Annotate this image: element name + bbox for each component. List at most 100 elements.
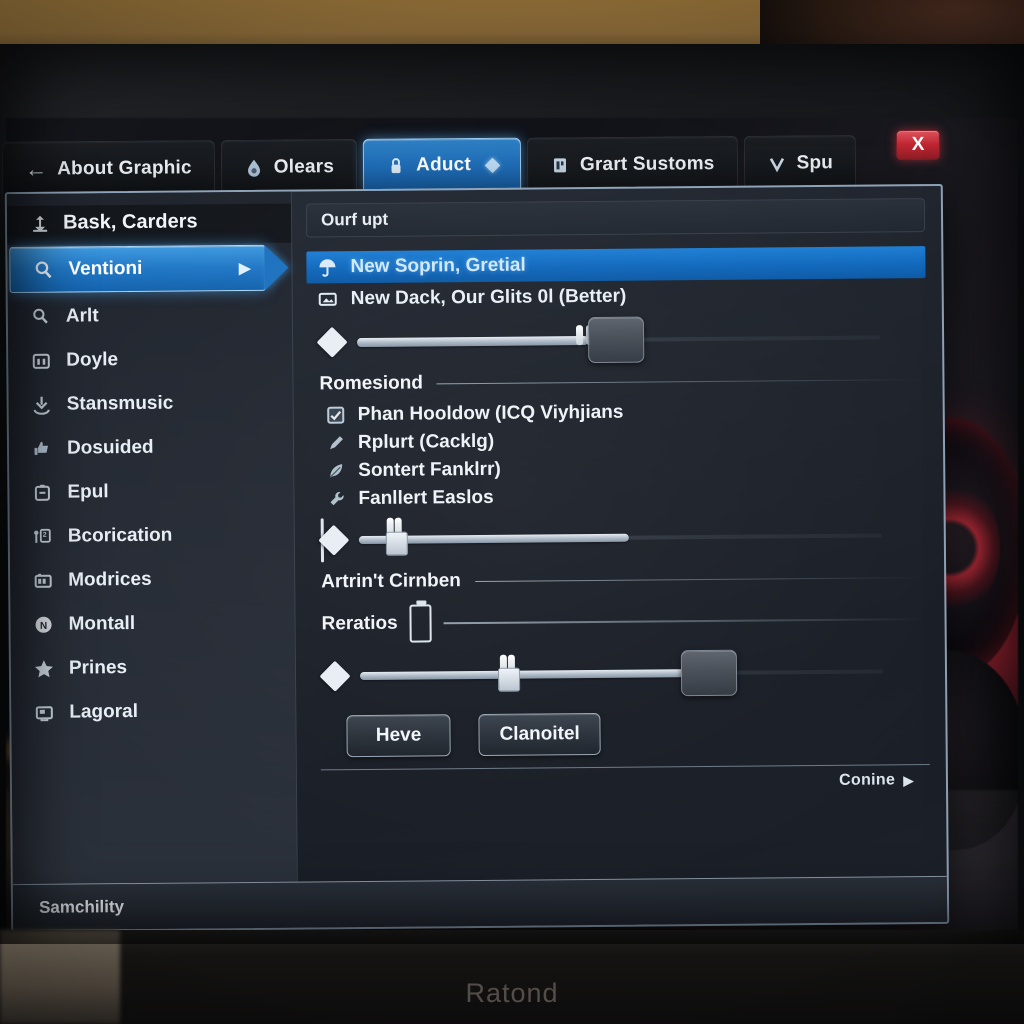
tab-aduct[interactable]: Aduct (362, 137, 522, 193)
continue-label: Conine (839, 771, 896, 789)
sidebar-item-label: Epul (67, 481, 109, 503)
slider-top-thumb[interactable] (587, 316, 645, 364)
dialog-body: Bask, Carders Ventioni ▶ Arlt Doyle Stan… (6, 186, 947, 885)
slider-top[interactable] (307, 310, 926, 367)
cancel-button[interactable]: Clanoitel (478, 712, 601, 756)
sidebar-item-montall[interactable]: N Montall (10, 601, 294, 647)
chevron-right-icon: ▶ (903, 771, 915, 788)
photo-scene: ← About Graphic Olears Aduct Grart Susto… (0, 0, 1024, 1024)
option-row-new-dack[interactable]: New Dack, Our Glits 0l (Better) (307, 278, 926, 315)
svg-text:2: 2 (43, 532, 47, 539)
slider-tick-marker (575, 325, 583, 346)
desk-surface-left (0, 930, 120, 1024)
magnifier-icon (30, 306, 52, 328)
slider-track-fill (357, 335, 588, 347)
slider-bottom[interactable] (310, 644, 929, 701)
search-icon (32, 259, 54, 281)
sidebar-item-lagoral[interactable]: Lagoral (11, 689, 295, 735)
sidebar-item-label: Bcorication (67, 524, 173, 547)
wrench-icon (326, 489, 346, 509)
sidebar-item-label: Modrices (68, 568, 152, 591)
sidebar-item-modrices[interactable]: Modrices (10, 557, 294, 603)
battery-icon (409, 604, 432, 643)
calendar-icon (30, 350, 52, 372)
sidebar-item-label: Lagoral (69, 700, 139, 723)
sidebar: Bask, Carders Ventioni ▶ Arlt Doyle Stan… (6, 191, 298, 885)
option-row-new-soprin[interactable]: New Soprin, Gretial (306, 246, 926, 284)
content-panel: Ourf upt New Soprin, Gretial New Dack, O… (292, 186, 947, 882)
check-label: Fanllert Easlos (358, 486, 494, 510)
download-icon (31, 394, 53, 416)
sidebar-item-doyle[interactable]: Doyle (8, 337, 292, 383)
section-label: Artrin't Cirnben (321, 570, 461, 593)
sidebar-item-ventioni[interactable]: Ventioni ▶ (9, 244, 266, 294)
tab-label: About Graphic (57, 156, 192, 179)
slider-diamond-handle[interactable] (319, 660, 351, 692)
option-label: New Soprin, Gretial (350, 254, 526, 278)
chevron-right-icon: ▶ (238, 259, 251, 278)
check-label: Sontert Fanklrr) (358, 458, 501, 482)
tab-label: Grart Sustoms (579, 152, 715, 175)
sidebar-header: Bask, Carders (6, 203, 292, 246)
sidebar-item-label: Prines (68, 657, 128, 679)
close-button[interactable]: X (895, 129, 941, 161)
pen-icon (326, 433, 346, 453)
sidebar-item-bcorication[interactable]: 2 Bcorication (10, 513, 294, 559)
slider-bottom-track[interactable] (359, 649, 923, 697)
sidebar-header-label: Bask, Carders (62, 210, 198, 234)
tab-spu[interactable]: Spu (743, 135, 857, 190)
book-icon (550, 155, 570, 175)
slider-mid-thumb[interactable] (385, 531, 408, 556)
slider-bottom-tick-thumb[interactable] (498, 667, 521, 692)
diamond-icon (484, 157, 501, 173)
back-arrow-icon: ← (24, 155, 48, 182)
section-header-romesiond: Romesiond (319, 368, 923, 395)
sidebar-item-stansmusic[interactable]: Stansmusic (8, 381, 292, 427)
slider-diamond-handle[interactable] (316, 326, 348, 358)
slider-bottom-thumb[interactable] (680, 649, 738, 697)
search-input[interactable]: Ourf upt (305, 198, 926, 238)
sidebar-item-label: Montall (68, 612, 136, 635)
chevron-v-icon (766, 153, 786, 173)
slider-top-track[interactable] (357, 316, 920, 364)
droplet-icon (244, 157, 264, 177)
tab-label: Aduct (416, 154, 472, 176)
tab-about-graphic[interactable]: ← About Graphic (1, 140, 215, 196)
check-label: Rplurt (Cacklg) (357, 430, 495, 454)
slider-mid[interactable] (309, 508, 928, 565)
sidebar-item-prines[interactable]: Prines (11, 645, 295, 691)
sidebar-item-label: Arlt (65, 305, 99, 327)
close-icon: X (911, 133, 925, 156)
status-bar: Samchility (12, 875, 948, 931)
section-rule (436, 378, 923, 384)
sidebar-item-arlt[interactable]: Arlt (8, 293, 292, 339)
slider-mid-track[interactable] (358, 517, 922, 556)
tab-olears[interactable]: Olears (220, 138, 358, 195)
dialog-button-row: Heve Clanoitel (310, 696, 930, 765)
option-label: New Dack, Our Glits 0l (Better) (350, 285, 627, 310)
star-icon (33, 658, 55, 680)
tab-grart-sustoms[interactable]: Grart Sustoms (526, 135, 738, 192)
ratios-rule (443, 618, 925, 625)
section-label: Romesiond (319, 372, 424, 395)
checkbox-checked-icon (326, 405, 346, 425)
sidebar-item-dosuided[interactable]: Dosuided (9, 425, 293, 471)
screen-icon (33, 702, 55, 724)
image-icon (317, 288, 339, 310)
tab-label: Spu (796, 151, 834, 174)
status-bar-label: Samchility (38, 896, 125, 917)
slider-track-fill (359, 669, 698, 681)
sidebar-item-label: Ventioni (68, 257, 143, 280)
continue-bar[interactable]: Conine ▶ (320, 764, 931, 801)
sidebar-item-epul[interactable]: Epul (9, 469, 293, 515)
button-label: Heve (375, 724, 422, 746)
ratios-label: Reratios (321, 612, 398, 635)
section-header-artrint: Artrin't Cirnben (321, 566, 925, 593)
check-label: Phan Hooldow (ICQ Viyhjians (357, 401, 624, 426)
apply-button[interactable]: Heve (346, 714, 451, 758)
sidebar-item-label: Doyle (66, 349, 119, 371)
monitor-stand-text: Ratond (465, 978, 559, 1008)
battery-icon (32, 570, 54, 592)
section-rule (474, 576, 925, 582)
ratios-row: Reratios (321, 600, 925, 643)
